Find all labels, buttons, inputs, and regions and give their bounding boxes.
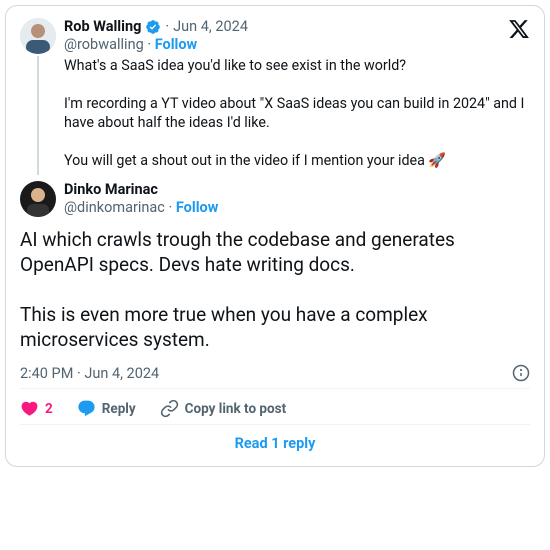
copy-link-label: Copy link to post <box>185 401 287 417</box>
timestamp[interactable]: 2:40 PM · Jun 4, 2024 <box>20 365 159 382</box>
reply-button[interactable]: Reply <box>77 399 136 418</box>
info-icon[interactable] <box>512 364 530 382</box>
action-bar: 2 Reply Copy link to post <box>20 388 530 424</box>
like-button[interactable]: 2 <box>20 399 53 418</box>
author-name[interactable]: Dinko Marinac <box>64 181 158 199</box>
quoted-handle-row: @robwalling · Follow <box>64 36 530 53</box>
avatar[interactable] <box>20 18 56 54</box>
reply-label: Reply <box>102 401 136 417</box>
link-icon <box>160 399 179 418</box>
author-name[interactable]: Rob Walling <box>64 18 141 36</box>
follow-link[interactable]: Follow <box>155 36 198 53</box>
like-count: 2 <box>45 401 53 417</box>
copy-link-button[interactable]: Copy link to post <box>160 399 287 418</box>
timestamp-row: 2:40 PM · Jun 4, 2024 <box>20 364 530 382</box>
separator: · <box>165 18 169 36</box>
x-logo-icon[interactable] <box>508 18 530 40</box>
avatar-column <box>20 18 56 171</box>
verified-badge-icon <box>145 19 161 35</box>
quoted-tweet: Rob Walling · Jun 4, 2024 @robwalling · … <box>20 18 530 171</box>
tweet-card: Rob Walling · Jun 4, 2024 @robwalling · … <box>5 5 545 467</box>
read-replies-link[interactable]: Read 1 reply <box>20 424 530 462</box>
author-handle[interactable]: @dinkomarinac <box>64 199 165 216</box>
reply-icon <box>77 399 96 418</box>
quoted-date[interactable]: Jun 4, 2024 <box>173 18 248 36</box>
reply-header-row: Dinko Marinac @dinkomarinac · Follow <box>20 181 530 217</box>
follow-link[interactable]: Follow <box>176 199 219 216</box>
quoted-header: Rob Walling · Jun 4, 2024 <box>64 18 530 36</box>
tweet-text: AI which crawls trough the codebase and … <box>20 227 530 352</box>
quoted-text: What's a SaaS idea you'd like to see exi… <box>64 57 530 171</box>
heart-icon <box>20 399 39 418</box>
thread-connector <box>37 56 39 175</box>
author-handle[interactable]: @robwalling <box>64 36 144 53</box>
avatar[interactable] <box>20 181 56 217</box>
